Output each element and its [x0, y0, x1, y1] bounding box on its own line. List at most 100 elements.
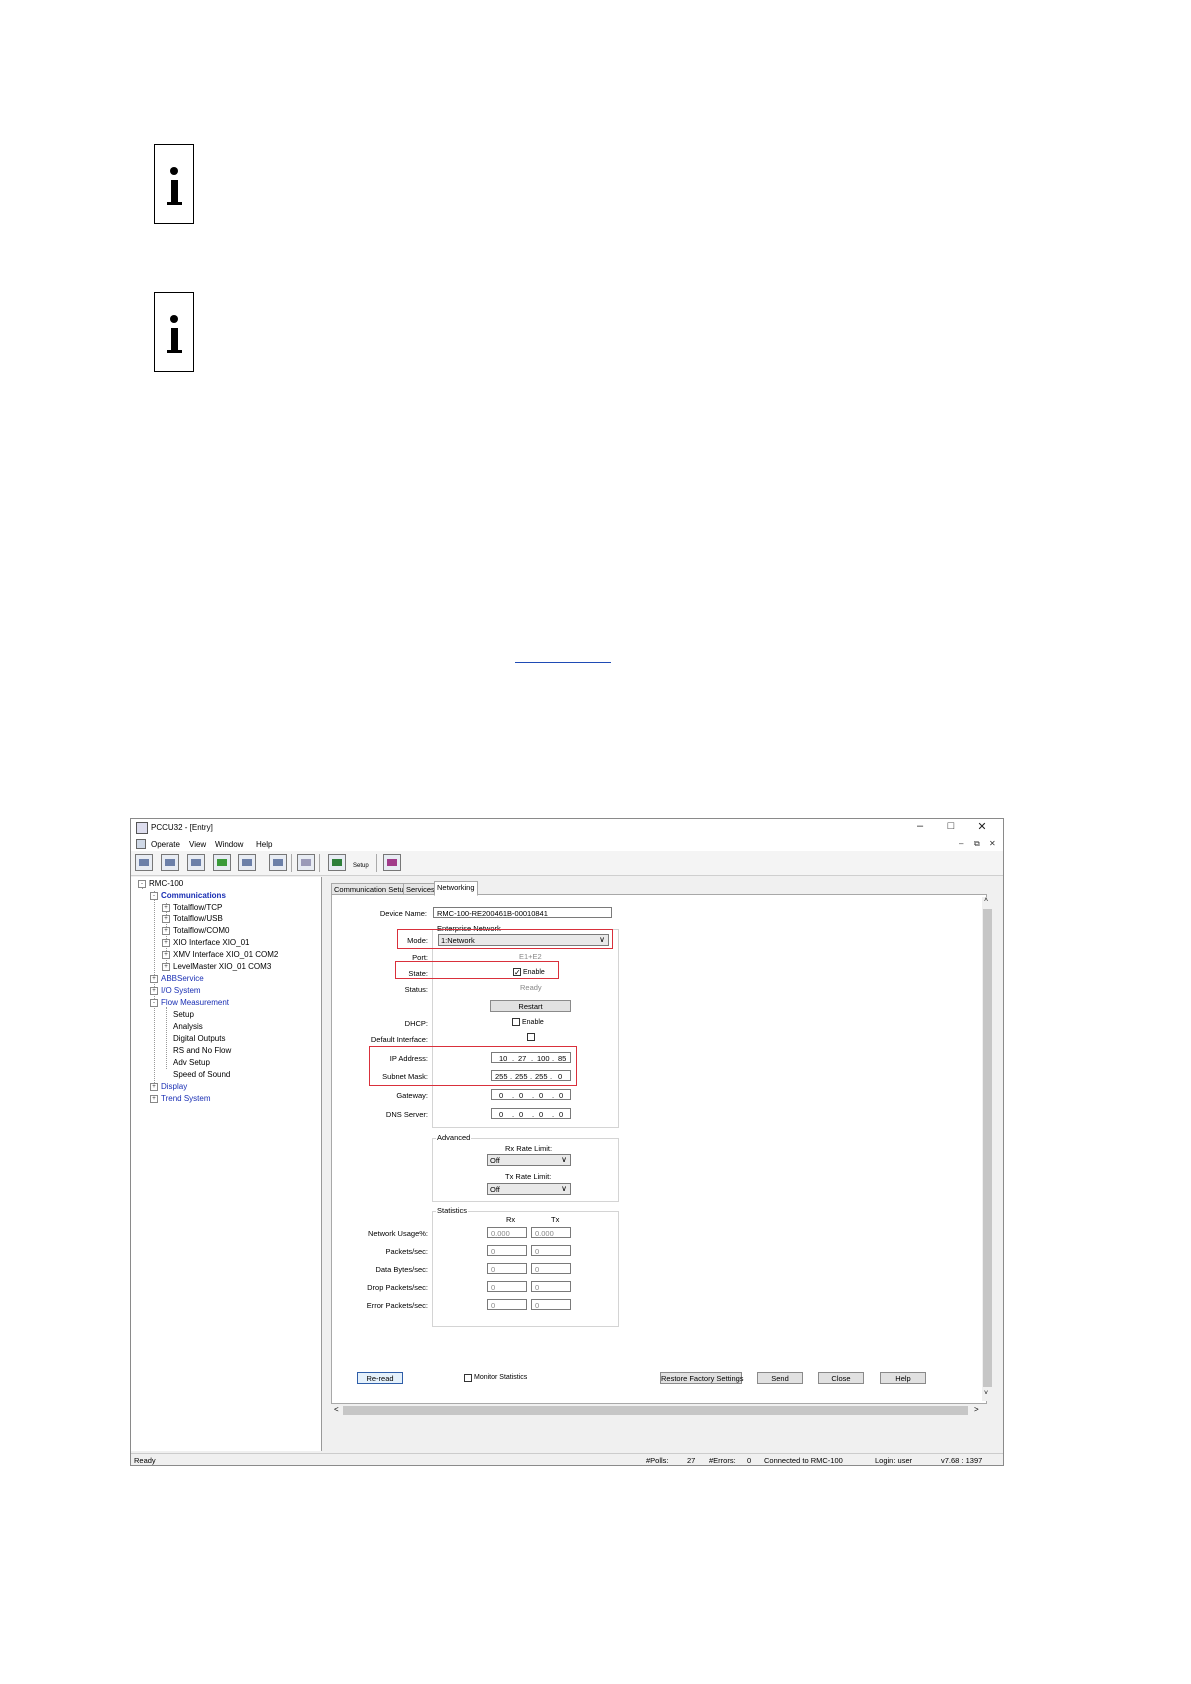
expand-icon[interactable]: + [162, 904, 170, 912]
scroll-left-icon[interactable]: < [334, 1405, 339, 1414]
mdi-minimize-icon[interactable]: – [959, 839, 963, 848]
device-name-field[interactable]: RMC-100-RE200461B-00010841 [433, 907, 612, 918]
tree-item[interactable]: Setup [173, 1010, 194, 1019]
mdi-restore-icon[interactable]: ⧉ [974, 839, 980, 849]
tree-root[interactable]: RMC-100 [149, 879, 183, 888]
collect-icon[interactable] [187, 854, 205, 871]
tree-item[interactable]: Totalflow/USB [173, 914, 223, 923]
menu-window[interactable]: Window [215, 840, 243, 849]
dns-server-field[interactable]: 0 . 0 . 0 . 0 [491, 1108, 571, 1119]
navigation-tree: - RMC-100 - Communications + Totalflow/T… [131, 877, 322, 1451]
expand-icon[interactable]: + [162, 963, 170, 971]
stat-tx-field: 0 [531, 1281, 571, 1292]
tree-trend-system[interactable]: Trend System [161, 1094, 211, 1103]
book-icon[interactable] [383, 854, 401, 871]
tree-item[interactable]: Speed of Sound [173, 1070, 230, 1079]
tree-item[interactable]: XMV Interface XIO_01 COM2 [173, 950, 278, 959]
tree-item[interactable]: XIO Interface XIO_01 [173, 938, 249, 947]
ip-dot: . [552, 1091, 555, 1100]
status-text: Ready [134, 1456, 156, 1465]
tab-networking[interactable]: Networking [434, 881, 478, 896]
mdi-close-icon[interactable]: ✕ [989, 839, 996, 848]
setup-icon[interactable]: Setup [353, 854, 371, 871]
tree-io-system[interactable]: I/O System [161, 986, 201, 995]
reread-button[interactable]: Re-read [357, 1372, 403, 1384]
default-interface-checkbox[interactable] [527, 1033, 535, 1041]
expand-icon[interactable]: + [150, 987, 158, 995]
tree-item[interactable]: Digital Outputs [173, 1034, 225, 1043]
tree-item[interactable]: Analysis [173, 1022, 203, 1031]
rx-rate-dropdown[interactable]: Off ∨ [487, 1154, 571, 1166]
expand-icon[interactable]: + [150, 1083, 158, 1091]
state-highlight [395, 961, 559, 979]
collapse-icon[interactable]: - [150, 999, 158, 1007]
dhcp-enable-checkbox[interactable] [512, 1018, 520, 1026]
info-icon [154, 144, 194, 224]
gateway-field[interactable]: 0 . 0 . 0 . 0 [491, 1089, 571, 1100]
title-bar: PCCU32 - [Entry] – □ ✕ [131, 819, 1003, 837]
scroll-down-icon[interactable]: ˅ [984, 1390, 988, 1397]
expand-icon[interactable]: + [162, 927, 170, 935]
tree-flow-measurement[interactable]: Flow Measurement [161, 998, 229, 1007]
report-icon[interactable] [238, 854, 256, 871]
refresh-icon[interactable] [213, 854, 231, 871]
monitor-icon[interactable] [269, 854, 287, 871]
menu-help[interactable]: Help [256, 840, 272, 849]
send-button[interactable]: Send [757, 1372, 803, 1384]
ip-subnet-highlight [369, 1046, 577, 1086]
scroll-up-icon[interactable]: ˄ [984, 897, 988, 904]
port-value: E1+E2 [519, 952, 542, 961]
collapse-icon[interactable]: - [150, 892, 158, 900]
io-icon[interactable] [328, 854, 346, 871]
tree-communications[interactable]: Communications [161, 891, 226, 900]
expand-icon[interactable]: + [162, 951, 170, 959]
maximize-icon[interactable]: □ [944, 820, 958, 832]
tree-display[interactable]: Display [161, 1082, 187, 1091]
menu-bar: Operate View Window Help – ⧉ ✕ [131, 837, 1003, 851]
polls-label: #Polls: [646, 1456, 669, 1465]
dhcp-label: DHCP: [404, 1019, 428, 1028]
tree-item[interactable]: RS and No Flow [173, 1046, 231, 1055]
tree-item[interactable]: Totalflow/COM0 [173, 926, 229, 935]
menu-operate[interactable]: Operate [151, 840, 180, 849]
diamond-icon[interactable] [297, 854, 315, 871]
ip-octet: 0 [519, 1110, 524, 1119]
stat-label: Network Usage%: [367, 1229, 428, 1238]
close-icon[interactable]: ✕ [975, 820, 989, 833]
stat-tx-field: 0 [531, 1299, 571, 1310]
restore-factory-settings-button[interactable]: Restore Factory Settings [660, 1372, 744, 1384]
tx-rate-dropdown[interactable]: Off ∨ [487, 1183, 571, 1195]
window-title: PCCU32 - [Entry] [151, 823, 213, 832]
stat-rx-field: 0 [487, 1299, 527, 1310]
tree-item[interactable]: LevelMaster XIO_01 COM3 [173, 962, 271, 971]
menu-view[interactable]: View [189, 840, 206, 849]
ip-dot: . [512, 1110, 515, 1119]
horizontal-scrollbar[interactable]: < > [331, 1405, 985, 1416]
expand-icon[interactable]: + [150, 1095, 158, 1103]
connection-status: Connected to RMC-100 [764, 1456, 843, 1465]
tree-item[interactable]: Adv Setup [173, 1058, 210, 1067]
vertical-scrollbar[interactable]: ˄ ˅ [982, 897, 993, 1401]
scroll-right-icon[interactable]: > [974, 1405, 979, 1414]
help-button[interactable]: Help [880, 1372, 926, 1384]
tree-abbservice[interactable]: ABBService [161, 974, 204, 983]
ip-octet: 0 [519, 1091, 524, 1100]
monitor-statistics-checkbox[interactable] [464, 1374, 472, 1382]
close-button[interactable]: Close [818, 1372, 864, 1384]
expand-icon[interactable]: + [150, 975, 158, 983]
version-text: v7.68 : 1397 [941, 1456, 983, 1465]
trend-icon[interactable] [161, 854, 179, 871]
scroll-thumb[interactable] [343, 1406, 968, 1415]
minimize-icon[interactable]: – [913, 820, 927, 832]
collapse-icon[interactable]: - [138, 880, 146, 888]
tree-item[interactable]: Totalflow/TCP [173, 903, 222, 912]
scroll-thumb[interactable] [983, 909, 992, 1387]
expand-icon[interactable]: + [162, 915, 170, 923]
restart-button[interactable]: Restart [490, 1000, 571, 1012]
ip-dot: . [512, 1091, 515, 1100]
stat-label: Packets/sec: [385, 1247, 428, 1256]
rx-column-header: Rx [506, 1215, 516, 1224]
hyperlink-underline[interactable] [515, 662, 611, 663]
calculator-icon[interactable] [135, 854, 153, 871]
expand-icon[interactable]: + [162, 939, 170, 947]
